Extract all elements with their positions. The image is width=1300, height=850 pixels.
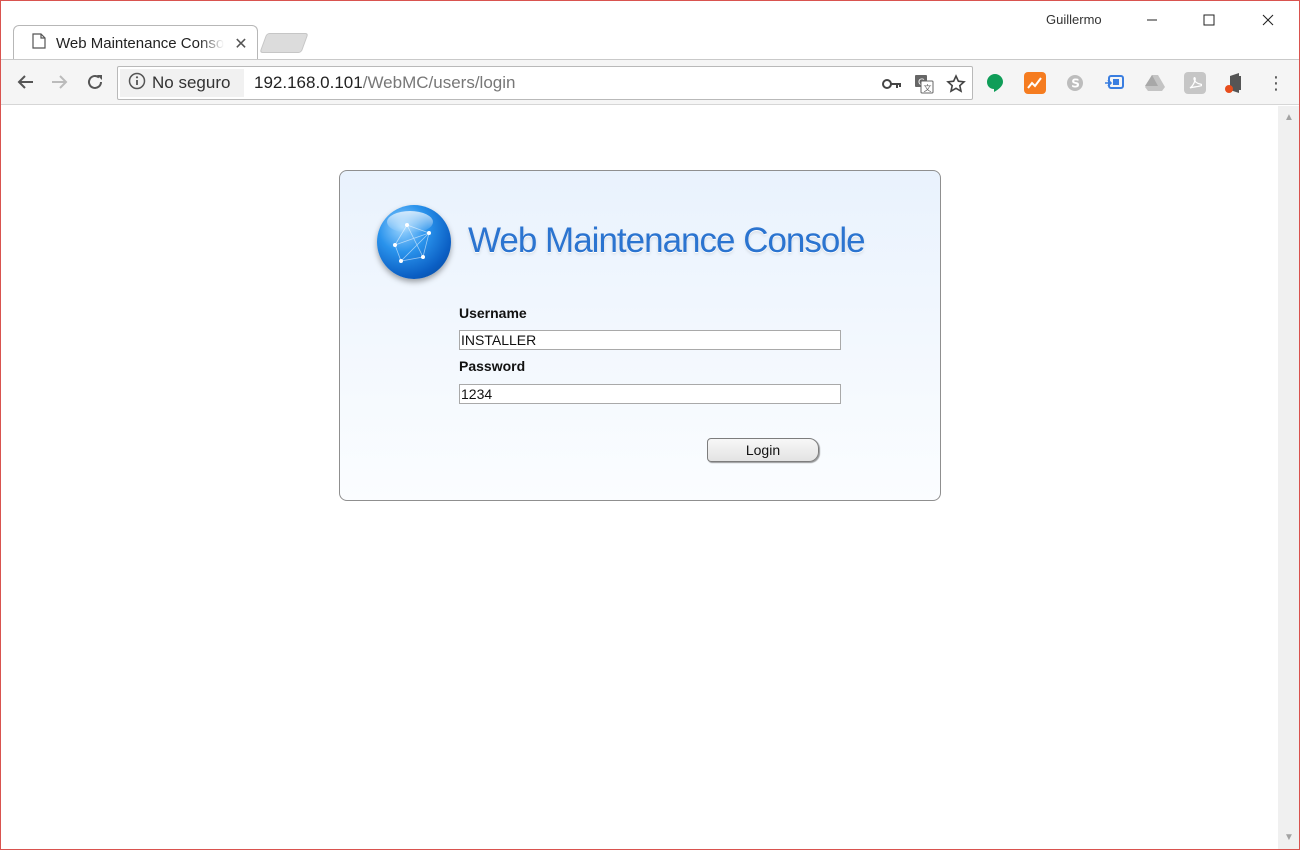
password-label: Password (459, 358, 526, 374)
office-extension-icon[interactable] (1224, 72, 1246, 94)
hangouts-extension-icon[interactable] (984, 72, 1006, 94)
url-path: /WebMC/users/login (362, 73, 516, 92)
page-icon (32, 33, 46, 54)
analytics-extension-icon[interactable] (1024, 72, 1046, 94)
security-indicator[interactable]: No seguro (120, 69, 244, 97)
console-title: Web Maintenance Console (468, 221, 866, 260)
url-text[interactable]: 192.168.0.101/WebMC/users/login (254, 73, 515, 93)
login-button[interactable]: Login (707, 438, 819, 462)
key-icon[interactable] (881, 73, 903, 95)
password-input[interactable]: 1234 (459, 384, 841, 404)
vertical-scrollbar[interactable]: ▲ ▼ (1278, 106, 1299, 849)
bookmark-star-icon[interactable] (945, 73, 967, 95)
username-label: Username (459, 305, 527, 321)
menu-dots-icon[interactable]: ⋮ (1267, 72, 1285, 94)
scroll-down-arrow-icon[interactable]: ▼ (1283, 832, 1295, 844)
tab-title: Web Maintenance Console (56, 35, 224, 52)
address-bar[interactable]: No seguro 192.168.0.101/WebMC/users/logi… (117, 66, 973, 100)
svg-text:S: S (1071, 77, 1080, 91)
maximize-icon[interactable] (1198, 9, 1220, 31)
minimize-icon[interactable] (1141, 9, 1163, 31)
close-window-icon[interactable] (1257, 9, 1279, 31)
security-label: No seguro (152, 73, 231, 92)
info-icon (128, 72, 146, 95)
tab-strip: Web Maintenance Console ✕ Guillermo (1, 1, 1299, 60)
back-arrow-icon[interactable] (13, 70, 37, 94)
tab-extension-icon[interactable] (1104, 72, 1126, 94)
translate-icon[interactable]: G文 (913, 73, 935, 95)
svg-text:文: 文 (924, 83, 932, 93)
browser-toolbar: No seguro 192.168.0.101/WebMC/users/logi… (1, 59, 1299, 105)
new-tab-button[interactable] (259, 33, 309, 53)
username-input[interactable]: INSTALLER (459, 330, 841, 350)
url-host: 192.168.0.101 (254, 73, 363, 92)
pdf-extension-icon[interactable] (1184, 72, 1206, 94)
forward-arrow-icon[interactable] (48, 70, 72, 94)
tab-active[interactable]: Web Maintenance Console ✕ (13, 25, 258, 60)
skype-extension-icon[interactable]: S (1064, 72, 1086, 94)
browser-window: Web Maintenance Console ✕ Guillermo No s… (0, 0, 1300, 850)
close-tab-icon[interactable]: ✕ (234, 34, 248, 54)
reload-icon[interactable] (83, 70, 107, 94)
login-panel: Web Maintenance Console Username INSTALL… (339, 170, 941, 501)
profile-name[interactable]: Guillermo (1046, 12, 1102, 27)
scroll-up-arrow-icon[interactable]: ▲ (1283, 112, 1295, 124)
drive-extension-icon[interactable] (1144, 72, 1166, 94)
globe-logo-icon (377, 205, 451, 279)
